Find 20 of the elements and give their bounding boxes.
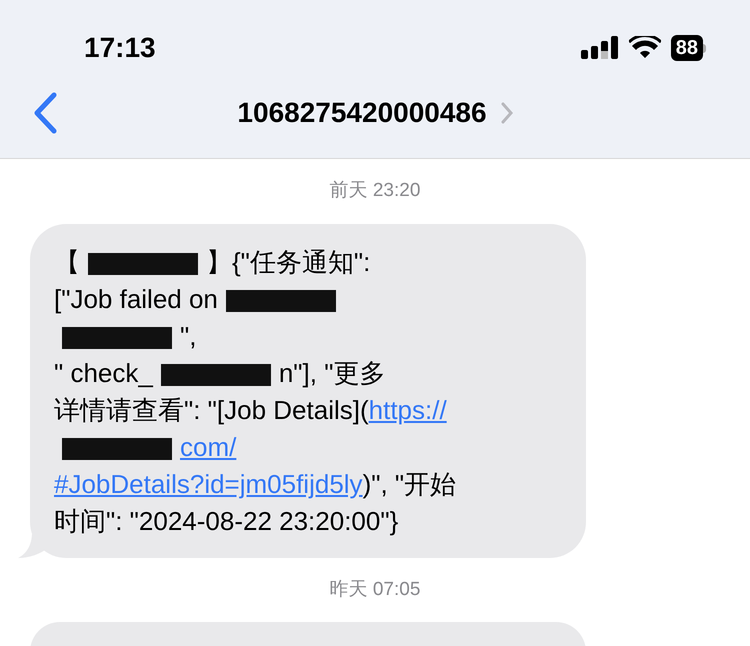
- message-link[interactable]: https://: [368, 394, 447, 424]
- message-text: 详情请查看": "[Job Details](: [54, 394, 369, 424]
- contact-title[interactable]: 1068275420000486: [237, 92, 487, 134]
- message-text: 【: [54, 246, 80, 276]
- status-time: 17:13: [84, 31, 156, 65]
- message-text: ["Job failed on: [54, 284, 218, 314]
- message-link[interactable]: #JobDetails?id=jm05fijd5ly: [54, 468, 363, 498]
- wifi-icon: [628, 36, 661, 60]
- battery-level: 88: [670, 35, 703, 61]
- message-timestamp: 昨天 07:05: [330, 578, 420, 602]
- message-link[interactable]: com/: [180, 432, 236, 462]
- message-text: n"], "更多: [278, 358, 386, 388]
- message-text: )", "开始: [362, 468, 456, 498]
- message-text: " check_: [54, 358, 153, 388]
- back-icon[interactable]: [32, 92, 58, 134]
- message-text: ",: [180, 320, 196, 350]
- message-text: 】{"任务通知":: [206, 246, 370, 276]
- message-timestamp: 前天 23:20: [330, 179, 420, 203]
- signal-icon: [580, 36, 619, 60]
- message-text: 时间": "2024-08-22 23:20:00"}: [54, 506, 398, 536]
